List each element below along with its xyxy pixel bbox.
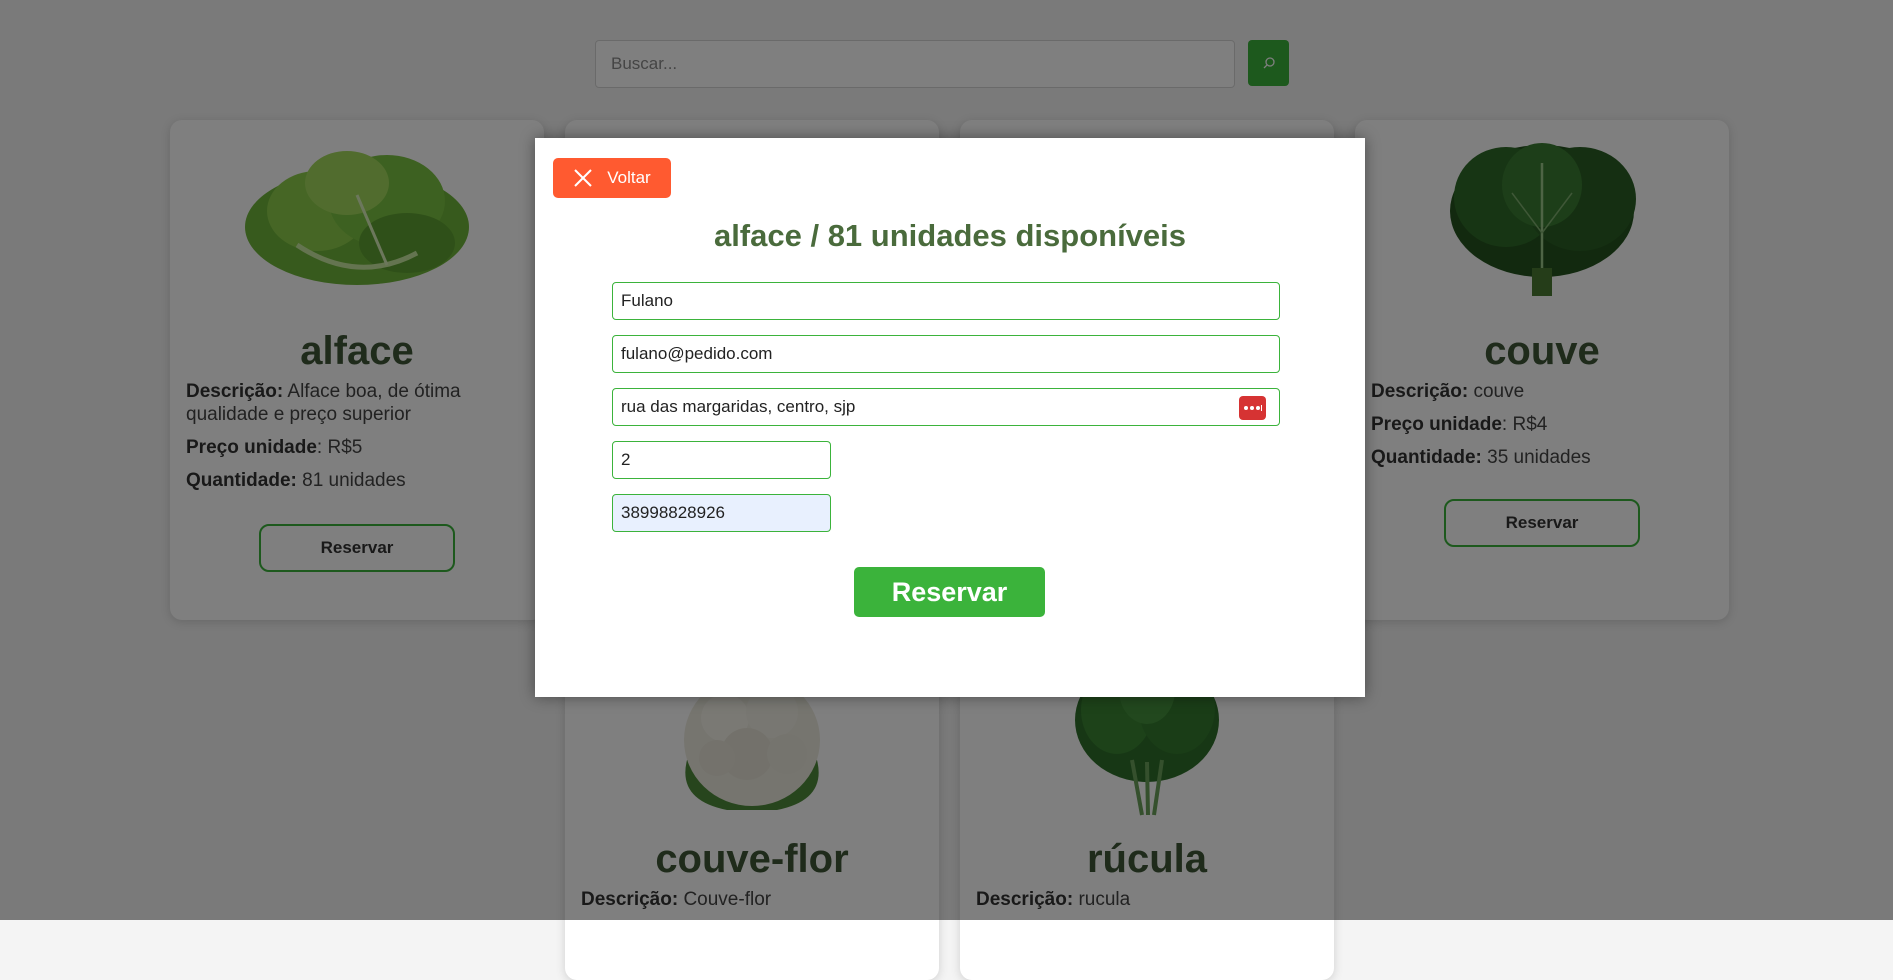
close-icon — [574, 169, 592, 187]
reservation-modal: Voltar alface / 81 unidades disponíveis … — [535, 138, 1365, 697]
name-field[interactable] — [612, 282, 1280, 320]
address-field[interactable] — [612, 388, 1280, 426]
quantity-field[interactable] — [612, 441, 831, 479]
phone-field[interactable] — [612, 494, 831, 532]
submit-reserve-button[interactable]: Reservar — [854, 567, 1045, 617]
password-manager-icon[interactable] — [1239, 396, 1266, 420]
email-field[interactable] — [612, 335, 1280, 373]
back-button-label: Voltar — [607, 168, 651, 187]
back-button[interactable]: Voltar — [553, 158, 671, 198]
modal-title: alface / 81 unidades disponíveis — [713, 218, 1187, 253]
